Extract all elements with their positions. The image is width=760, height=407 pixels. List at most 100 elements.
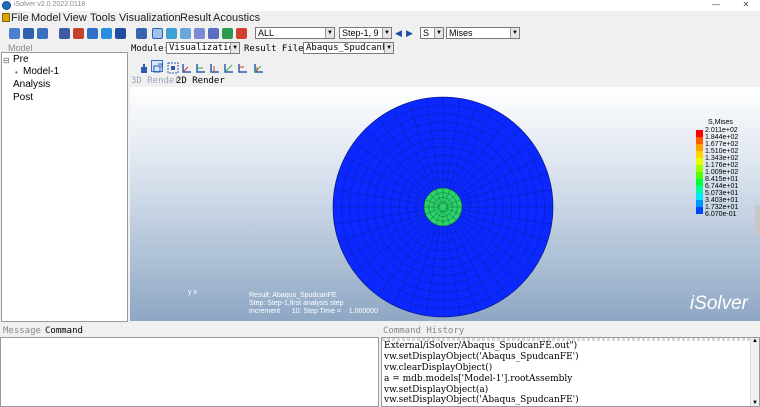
terrain-icon[interactable] [222,28,233,39]
first-frame-icon[interactable]: ◀ [395,28,402,39]
new-file-icon[interactable] [9,28,20,39]
app-logo-icon [2,1,11,10]
history-scrollbar[interactable]: ▲ ▼ [750,338,759,406]
render-viewport[interactable]: y x Result: Abaqus_SpudcanFE Step: Step-… [130,87,760,321]
view-bottom-icon[interactable] [222,60,234,73]
probe-icon[interactable] [208,28,219,39]
zoom-box-icon[interactable] [166,60,179,74]
result-file-label: Result File: [244,44,310,54]
component-select[interactable]: Mises ▼ [446,27,520,39]
legend-scale: 2.011e+02 1.844e+02 1.677e+02 1.510e+02 1.34… [696,127,756,218]
result-file-select[interactable]: Abaqus_SpudcanFE ▼ [303,42,394,54]
contour-icon[interactable] [194,28,205,39]
legend-swatch [696,144,703,151]
step-cube-icon[interactable] [87,28,98,39]
open-file-icon[interactable] [23,28,34,39]
step-select[interactable]: Step-1, 9 ▼ [339,27,392,39]
legend-value: 1.844e+02 [705,134,739,141]
chevron-down-icon: ▼ [382,28,391,38]
filter-select[interactable]: ALL ▼ [255,27,335,39]
menu-model[interactable]: Model [31,12,61,24]
close-button[interactable]: ✕ [735,0,757,11]
result-file-value: Abaqus_SpudcanFE [306,43,393,53]
increment-info-line: Increment 10: Step Time = 1.000000 [249,308,378,315]
menu-tools[interactable]: Tools [90,12,116,24]
isolver-watermark: iSolver [689,293,748,314]
load-cube-icon[interactable] [101,28,112,39]
deformed-icon[interactable] [180,28,191,39]
module-value: Visualization [169,43,240,53]
menu-file[interactable]: File [11,12,29,24]
menu-acoustics[interactable]: Acoustics [213,12,260,24]
legend-swatch [696,186,703,193]
legend-value: 1.510e+02 [705,148,739,155]
legend-value: 1.677e+02 [705,141,739,148]
history-line: vw.setDisplayObject('Abaqus_SpudcanFE') [384,352,579,362]
tree-item-post[interactable]: Post [13,92,33,103]
menu-result[interactable]: Result [180,12,211,24]
axis-triad: y x [188,289,197,296]
bullet-icon: • [15,68,18,77]
view-front-icon[interactable] [180,60,192,73]
tree-item-model-1[interactable]: Model-1 [23,66,59,77]
module-select[interactable]: Visualization ▼ [166,42,240,54]
chevron-down-icon: ▼ [510,28,519,38]
mesh-cube-icon[interactable] [115,28,126,39]
view-top-icon[interactable] [208,60,220,73]
chart-icon[interactable] [236,28,247,39]
tree-item-pre[interactable]: Pre [13,54,29,65]
legend-swatch [696,130,703,137]
legend-swatch [696,137,703,144]
chevron-down-icon: ▼ [434,28,443,38]
history-line: vw.setDisplayObject(a) [384,385,489,395]
legend-value: 1.343e+02 [705,155,739,162]
legend-value: 8.415e+01 [705,176,739,183]
tree-item-analysis[interactable]: Analysis [13,79,50,90]
legend-swatch [696,165,703,172]
view-back-icon[interactable] [194,60,206,73]
minimize-button[interactable]: — [705,0,727,11]
job-icon[interactable] [136,28,147,39]
filter-value: ALL [258,28,275,38]
view-iso-icon[interactable] [252,60,264,73]
legend-title: S,Mises [708,119,733,126]
legend-swatch [696,207,703,214]
select-icon[interactable] [152,28,163,39]
legend-swatch [696,179,703,186]
history-line: vw.clearDisplayObject() [384,363,493,373]
assembly-cube-icon[interactable] [73,28,84,39]
viewport-scrollbar[interactable] [755,205,760,235]
field-select[interactable]: S ▼ [420,27,444,39]
command-input-area[interactable] [0,337,379,407]
tab-2d-render[interactable]: 2D Render [176,76,225,86]
pan-hand-icon[interactable] [137,60,149,73]
legend-swatch [696,200,703,207]
command-history: External/iSolver/Abaqus_SpudcanFE.out") … [381,337,760,407]
legend-value: 2.011e+02 [705,127,738,134]
legend-value: 1.176e+02 [705,162,739,169]
part-cube-icon[interactable] [59,28,70,39]
scroll-down-icon[interactable]: ▼ [752,400,758,406]
save-icon[interactable] [37,28,48,39]
scroll-up-icon[interactable]: ▲ [752,338,758,344]
mesh-plot [332,96,554,318]
contour-legend: S,Mises 2.011e+02 1.844e+02 1.677e+02 1.510… [696,119,756,219]
chevron-down-icon: ▼ [384,43,393,53]
legend-value: 6.070e-01 [705,211,737,218]
history-line: External/iSolver/Abaqus_SpudcanFE.out") [384,341,578,351]
next-frame-icon[interactable]: ▶ [406,28,413,39]
component-value: Mises [449,28,473,38]
collapse-icon[interactable]: ⊟ [3,56,10,65]
tab-3d-render[interactable]: 3D Render [131,76,180,86]
legend-value: 1.732e+01 [705,204,739,211]
legend-swatch [696,151,703,158]
menu-visualization[interactable]: Visualization [119,12,181,24]
window-title: iSolver v2.0.2022.0118 [14,1,86,8]
undeformed-icon[interactable] [166,28,177,39]
rotate-icon[interactable] [151,60,163,73]
tab-command[interactable]: Command [45,326,83,336]
tab-message[interactable]: Message [3,326,41,336]
model-tree: ⊟ Pre • Model-1 Analysis Post [1,52,128,322]
menu-view[interactable]: View [63,12,87,24]
view-left-icon[interactable] [236,60,248,73]
